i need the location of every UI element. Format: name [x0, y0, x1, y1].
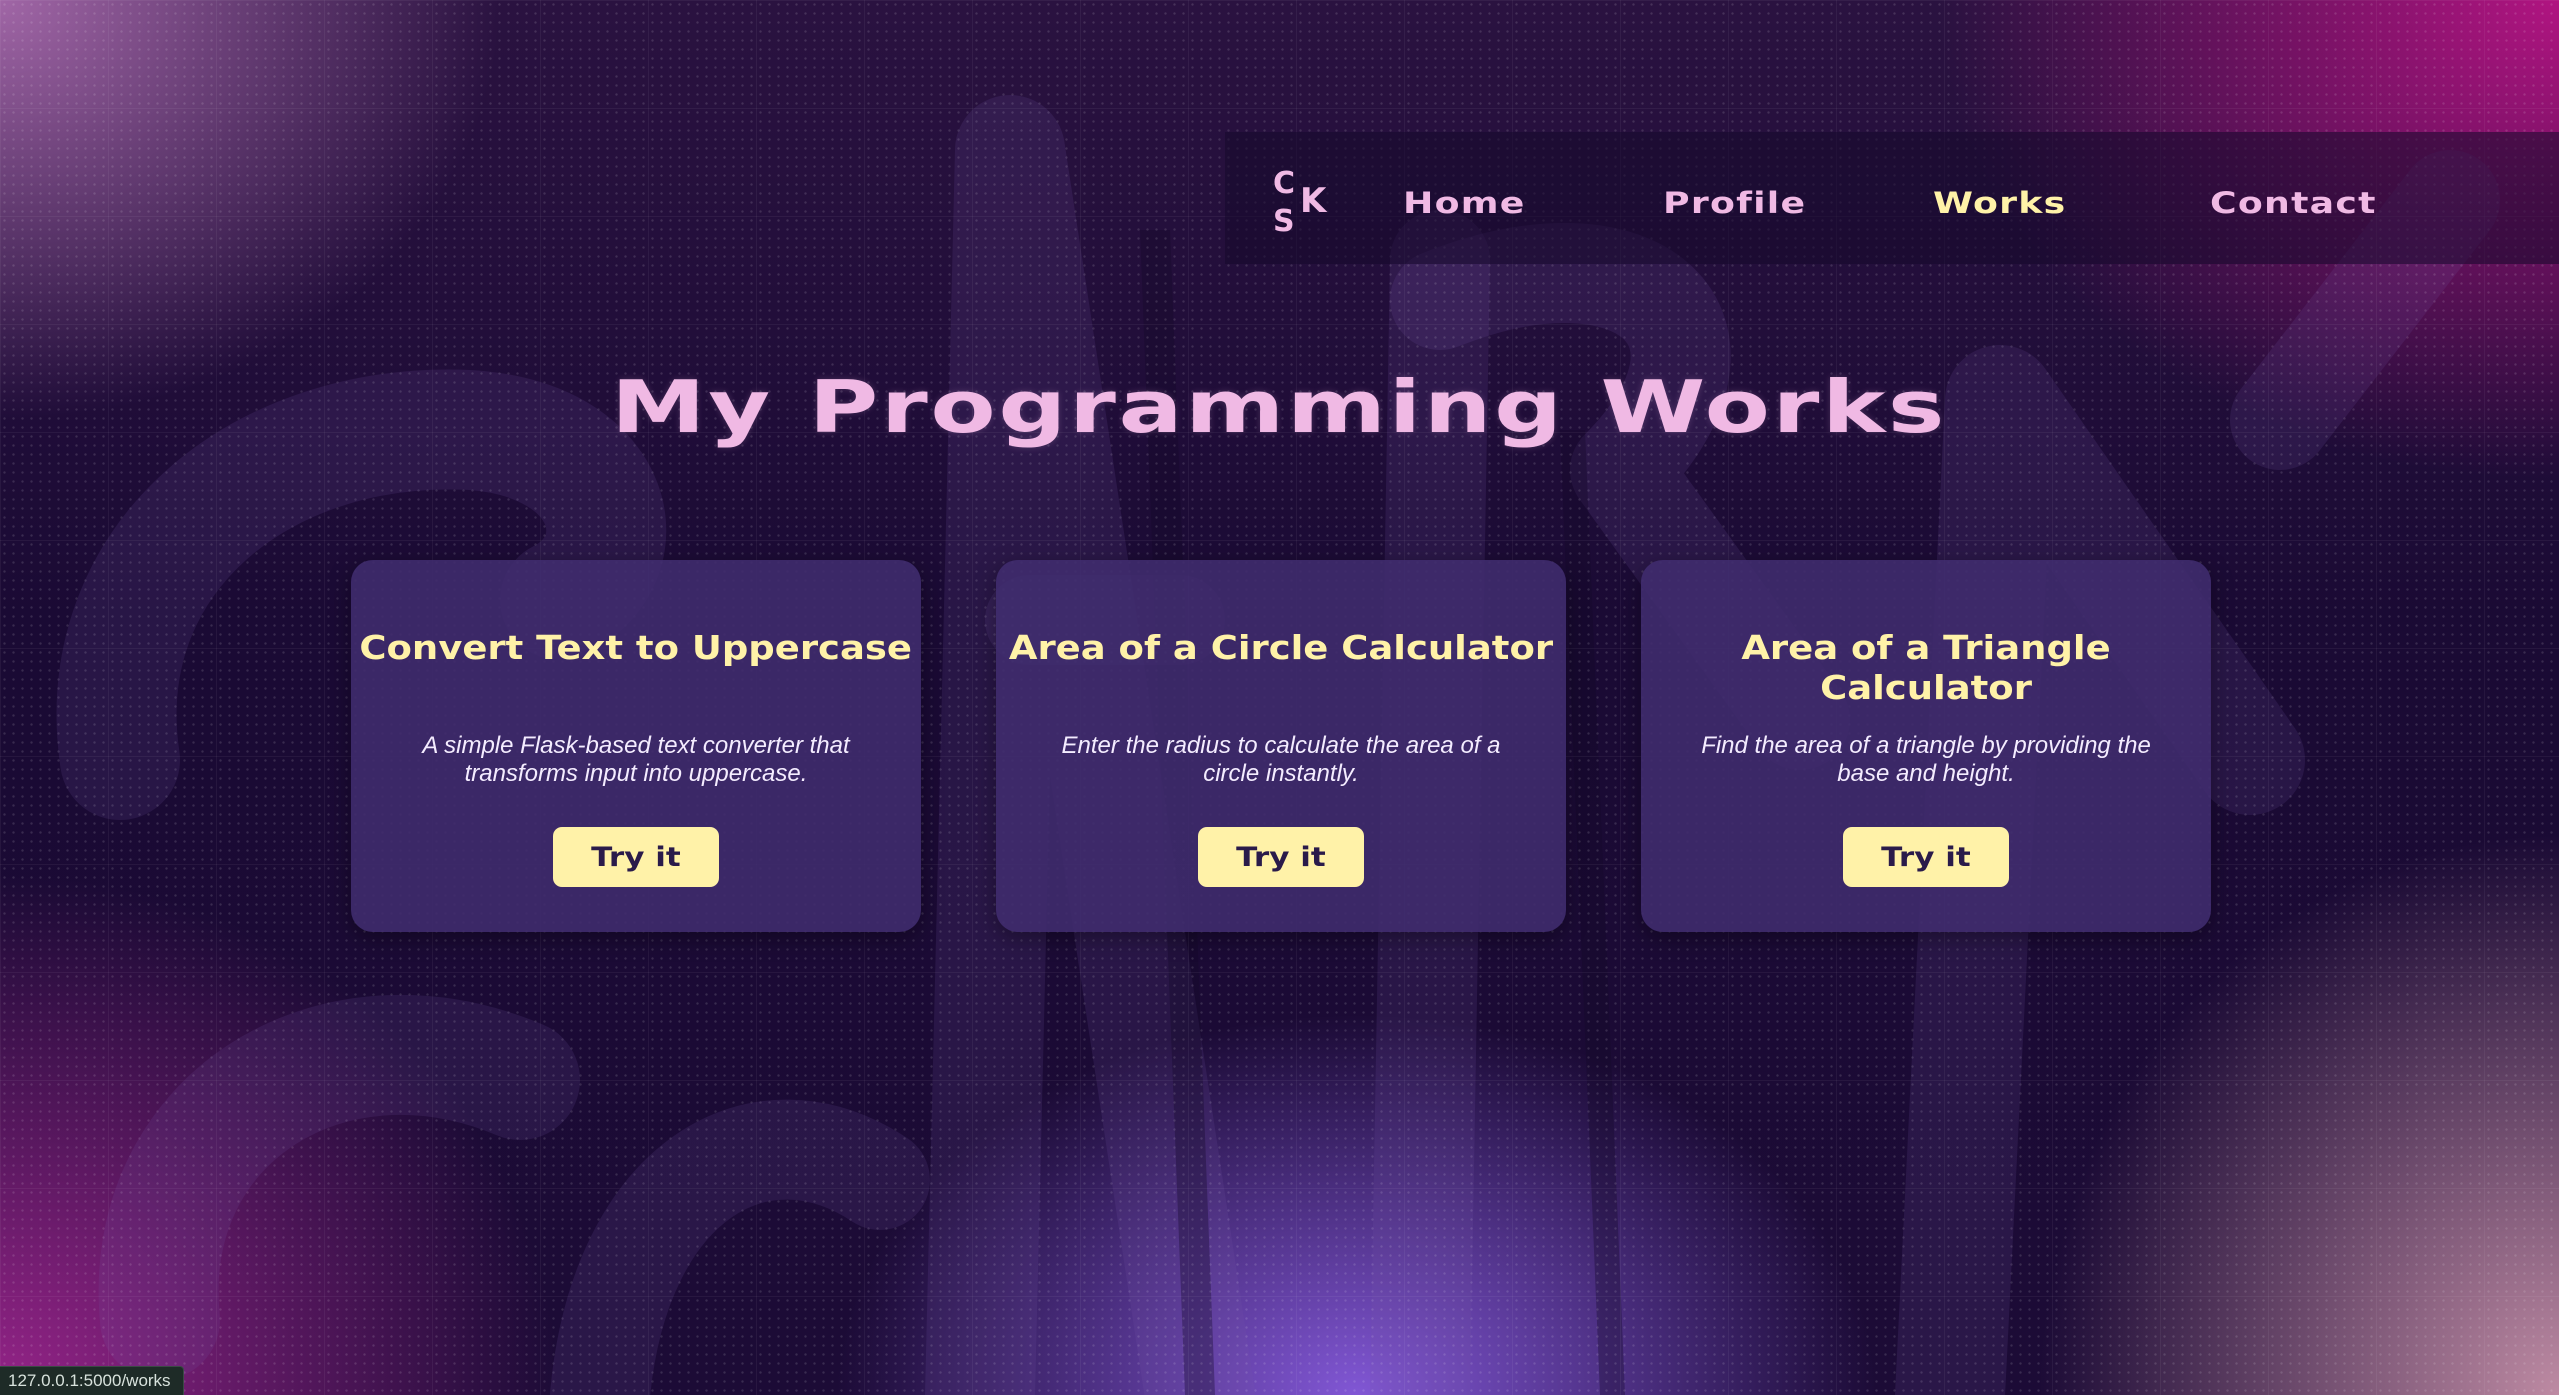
try-it-button[interactable]: Try it — [1843, 827, 2009, 887]
browser-status-bar-url: 127.0.0.1:5000/works — [0, 1366, 184, 1395]
card-title-text: Area of a Triangle Calculator — [1741, 628, 2111, 707]
try-it-button[interactable]: Try it — [1198, 827, 1364, 887]
nav-link-contact[interactable]: Contact — [2210, 186, 2377, 220]
logo-letter-k: K — [1300, 181, 1328, 221]
card-title: Convert Text to Uppercase — [360, 628, 913, 668]
work-card-uppercase: Convert Text to Uppercase A simple Flask… — [351, 560, 921, 932]
page-title: My Programming Works — [0, 365, 2559, 449]
try-it-button-label: Try it — [591, 841, 681, 873]
nav-link-works[interactable]: Works — [1933, 186, 2066, 220]
card-title-text: Area of a Circle Calculator — [1008, 628, 1554, 667]
nav-link-home[interactable]: Home — [1403, 186, 1526, 220]
card-description: Find the area of a triangle by providing… — [1701, 732, 2151, 787]
page-title-text: My Programming Works — [611, 365, 1948, 449]
logo-letter-s: S — [1273, 204, 1295, 237]
card-title: Area of a Triangle Calculator — [1671, 628, 2181, 708]
card-description: Enter the radius to calculate the area o… — [1061, 732, 1501, 787]
work-card-triangle-area: Area of a Triangle Calculator Find the a… — [1641, 560, 2211, 932]
try-it-button[interactable]: Try it — [553, 827, 719, 887]
logo-icon[interactable]: C S K — [1270, 165, 1340, 237]
card-description: A simple Flask-based text converter that… — [422, 732, 850, 787]
try-it-button-label: Try it — [1236, 841, 1326, 873]
try-it-button-label: Try it — [1881, 841, 1971, 873]
card-title-text: Convert Text to Uppercase — [359, 628, 913, 667]
card-title: Area of a Circle Calculator — [1009, 628, 1553, 668]
nav-link-profile[interactable]: Profile — [1663, 186, 1806, 220]
logo-letter-c: C — [1273, 166, 1295, 201]
work-card-circle-area: Area of a Circle Calculator Enter the ra… — [996, 560, 1566, 932]
